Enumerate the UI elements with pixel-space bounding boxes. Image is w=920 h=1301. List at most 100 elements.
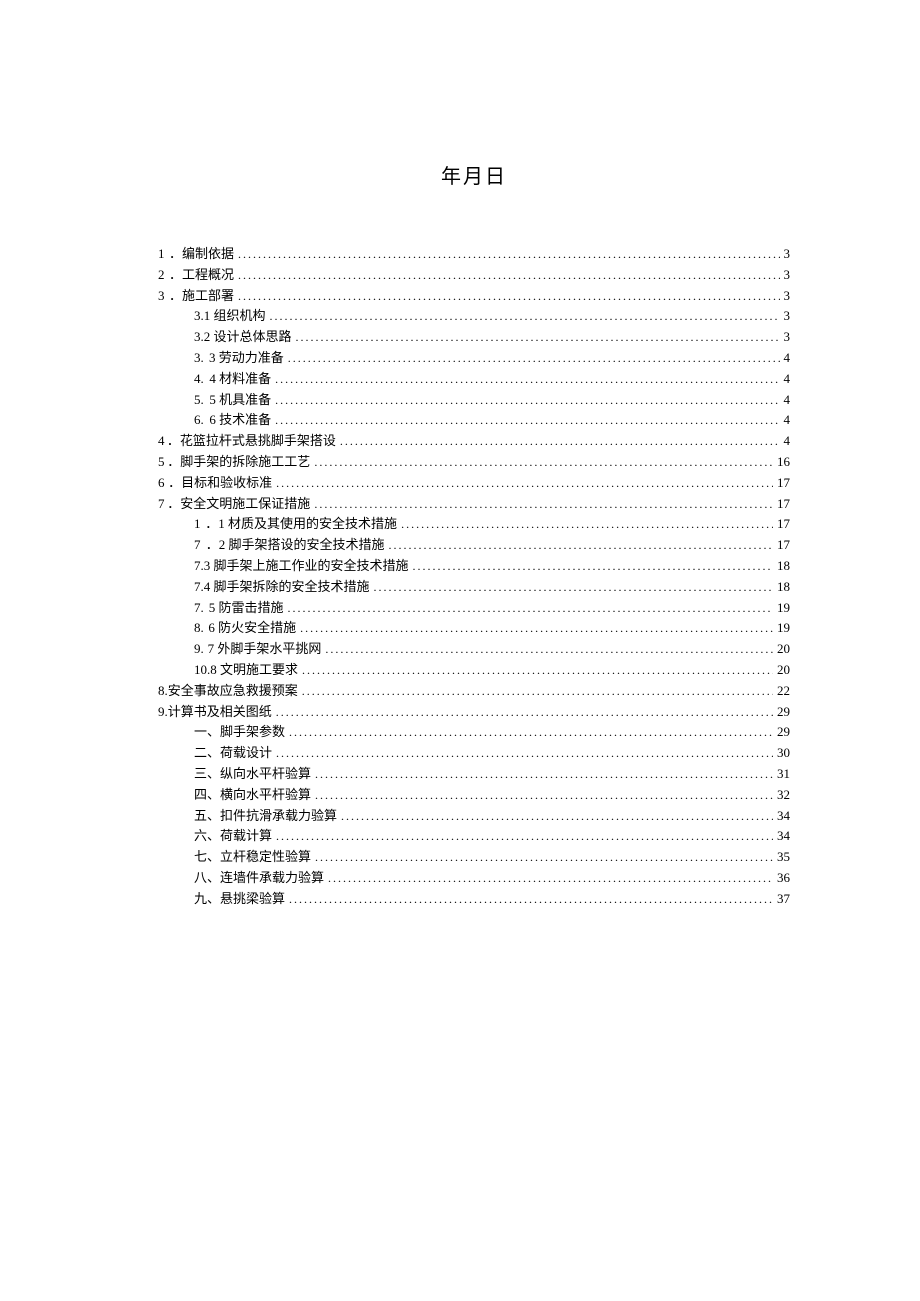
toc-entry: 七、立杆稳定性验算35 — [158, 850, 790, 863]
toc-label: 九、悬挑梁验算 — [194, 892, 285, 905]
toc-leaders — [276, 706, 773, 718]
toc-leaders — [302, 685, 773, 697]
toc-page: 3 — [784, 247, 791, 260]
toc-marker: 6. — [194, 413, 209, 426]
toc-marker: 5 — [158, 455, 167, 468]
toc-entry: 3.2 设计总体思路 3 — [158, 330, 790, 343]
toc-label: ．编制依据 — [169, 247, 234, 260]
toc-leaders — [314, 498, 773, 510]
toc-label: 8.安全事故应急救援预案 — [158, 684, 298, 697]
toc-entry: 9.计算书及相关图纸 29 — [158, 705, 790, 718]
toc-label: 3.2 设计总体思路 — [194, 330, 292, 343]
toc-page: 34 — [777, 829, 790, 842]
toc-label: 4 材料准备 — [209, 372, 271, 385]
toc-leaders — [340, 435, 780, 447]
toc-entry: 5.5 机具准备4 — [158, 393, 790, 406]
toc-marker: 8. — [194, 621, 208, 634]
toc-marker: 10. — [194, 663, 210, 676]
toc-entry: 2．工程概况3 — [158, 268, 790, 281]
toc-label: ．1 材质及其使用的安全技术措施 — [205, 517, 397, 530]
toc-leaders — [401, 518, 773, 530]
toc-entry: 9.7 外脚手架水平挑网20 — [158, 642, 790, 655]
toc-label: 8 文明施工要求 — [210, 663, 298, 676]
toc-entry: 四、横向水平杆验算 32 — [158, 788, 790, 801]
toc-entry: 3．施工部署3 — [158, 289, 790, 302]
toc-page: 37 — [777, 892, 790, 905]
toc-page: 17 — [777, 476, 790, 489]
toc-leaders — [276, 477, 773, 489]
toc-marker: 4 — [158, 434, 167, 447]
toc-marker: 6 — [158, 476, 168, 489]
toc-leaders — [374, 581, 773, 593]
toc-label: 9.计算书及相关图纸 — [158, 705, 272, 718]
toc-page: 22 — [777, 684, 790, 697]
toc-entry: 六、荷载计算 34 — [158, 829, 790, 842]
toc-entry: 1．编制依据 3 — [158, 247, 790, 260]
toc-entry: 7.3 脚手架上施工作业的安全技术措施 18 — [158, 559, 790, 572]
toc-entry: 6．目标和验收标准17 — [158, 476, 790, 489]
toc-leaders — [315, 789, 773, 801]
toc-page: 4 — [784, 393, 791, 406]
toc-page: 17 — [777, 517, 790, 530]
toc-page: 32 — [777, 788, 790, 801]
toc-marker: 4. — [194, 372, 209, 385]
toc-label: ．工程概况 — [169, 268, 234, 281]
toc-label: 3.1 组织机构 — [194, 309, 266, 322]
toc-leaders — [289, 893, 773, 905]
toc-entry: 8.6 防火安全措施19 — [158, 621, 790, 634]
toc-page: 3 — [784, 330, 791, 343]
toc-entry: 7.4 脚手架拆除的安全技术措施18 — [158, 580, 790, 593]
toc-label: 6 防火安全措施 — [208, 621, 296, 634]
toc-label: 三、纵向水平杆验算 — [194, 767, 311, 780]
toc-marker: 3 — [158, 289, 169, 302]
toc-label: ．安全文明施工保证措施 — [167, 497, 310, 510]
toc-entry: 4．花篮拉杆式悬挑脚手架搭设4 — [158, 434, 790, 447]
toc-label: ．2 脚手架搭设的安全技术措施 — [206, 538, 385, 551]
toc-page: 29 — [777, 705, 790, 718]
toc-entry: 5．脚手架的拆除施工工艺16 — [158, 455, 790, 468]
toc-page: 30 — [777, 746, 790, 759]
toc-leaders — [302, 664, 773, 676]
toc-label: 四、横向水平杆验算 — [194, 788, 311, 801]
toc-page: 20 — [777, 663, 790, 676]
toc-marker: 1 — [194, 517, 205, 530]
toc-page: 18 — [777, 559, 790, 572]
toc-label: 七、立杆稳定性验算 — [194, 850, 311, 863]
toc-label: ．施工部署 — [169, 289, 234, 302]
toc-label: 五、扣件抗滑承载力验算 — [194, 809, 337, 822]
toc-marker: 7 — [158, 497, 167, 510]
toc-leaders — [388, 539, 773, 551]
toc-leaders — [288, 352, 780, 364]
toc-page: 29 — [777, 725, 790, 738]
toc-leaders — [275, 394, 779, 406]
toc-label: ．花篮拉杆式悬挑脚手架搭设 — [167, 434, 336, 447]
toc-marker: 3. — [194, 351, 209, 364]
toc-page: 3 — [784, 289, 791, 302]
toc-leaders — [238, 248, 780, 260]
toc-entry: 7．安全文明施工保证措施17 — [158, 497, 790, 510]
toc-marker: 7 — [194, 538, 206, 551]
toc-leaders — [275, 414, 779, 426]
toc-leaders — [314, 456, 773, 468]
toc-label: 7.3 脚手架上施工作业的安全技术措施 — [194, 559, 409, 572]
toc-entry: 4.4 材料准备4 — [158, 372, 790, 385]
toc-page: 34 — [777, 809, 790, 822]
toc-label: 八、连墙件承载力验算 — [194, 871, 324, 884]
toc-leaders — [315, 851, 773, 863]
toc-label: 5 机具准备 — [209, 393, 271, 406]
toc-entry: 6.6 技术准备4 — [158, 413, 790, 426]
toc-marker: 1 — [158, 247, 169, 260]
toc-leaders — [300, 622, 773, 634]
toc-leaders — [328, 872, 773, 884]
toc-entry: 3.1 组织机构3 — [158, 309, 790, 322]
toc-label: 二、荷载设计 — [194, 746, 272, 759]
toc-leaders — [238, 290, 780, 302]
toc-leaders — [275, 373, 779, 385]
toc-leaders — [296, 331, 780, 343]
toc-leaders — [276, 830, 773, 842]
toc-label: 六、荷载计算 — [194, 829, 272, 842]
toc-entry: 10.8 文明施工要求 20 — [158, 663, 790, 676]
toc-page: 36 — [777, 871, 790, 884]
toc-page: 4 — [784, 413, 791, 426]
toc-leaders — [288, 602, 773, 614]
